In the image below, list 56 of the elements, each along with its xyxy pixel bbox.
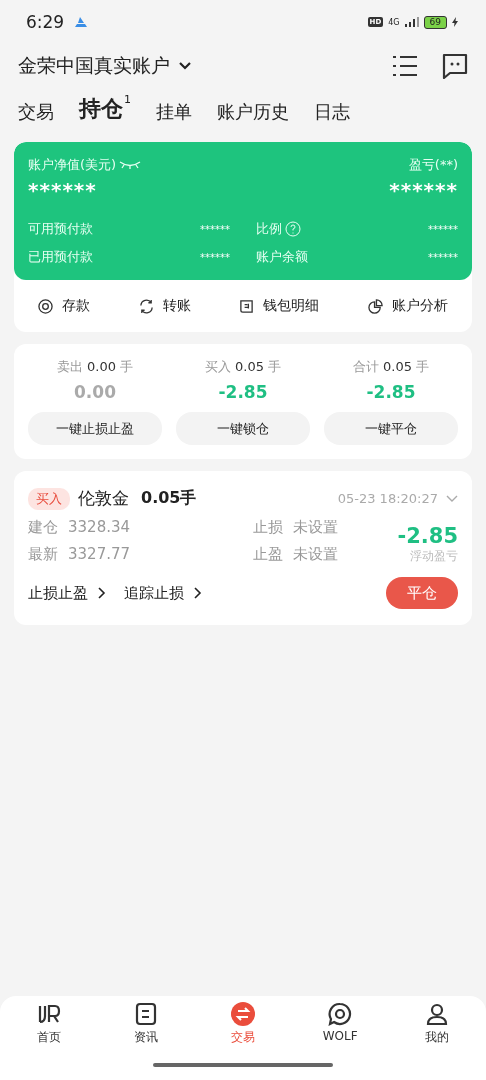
one-click-button[interactable]: 一键锁仓 [176,412,310,445]
link[interactable]: 止损止盈 [28,583,106,603]
field-value: ****** [428,251,458,263]
tab[interactable]: 挂单 [156,100,192,130]
field-value: 未设置 [292,544,338,565]
tab[interactable]: 交易 [18,100,54,130]
field-label: 比例 [256,220,282,238]
nav-item[interactable]: 我的 [402,1002,473,1046]
equity-value: ****** [28,178,97,202]
action-button[interactable]: 账户分析 [367,297,448,315]
action-button[interactable]: 钱包明细 [239,297,320,315]
profit-value: 0.00 [74,382,116,402]
field-value: ****** [200,251,230,263]
tab[interactable]: 持仓$^{1}$ [79,94,131,130]
field-label: 账户余额 [256,248,308,266]
side-lots: 合计 0.05 手 [352,358,430,376]
profit-value: -2.85 [366,382,416,402]
tab[interactable]: 账户历史 [217,100,289,130]
status-time: 6:29 [26,12,65,32]
nav-item[interactable]: 资讯 [110,1002,181,1046]
field-value: 3327.77 [68,544,131,565]
pnl-value: ****** [389,178,458,202]
side-lots: 买入 0.05 手 [204,358,282,376]
open-time: 05-23 18:20:27 [337,491,438,506]
link[interactable]: 追踪止损 [124,583,202,603]
nav-item[interactable]: 首页 [13,1002,84,1046]
close-position-button[interactable]: 平仓 [386,577,458,609]
battery-indicator: 69 [423,15,447,29]
side-tag: 买入 [28,487,70,510]
lot-size: 0.05手 [141,488,197,509]
field-label: 最新 [28,544,58,565]
symbol-name: 伦敦金 [78,487,129,510]
tab[interactable]: 日志 [314,100,350,130]
nav-item[interactable]: WOLF [305,1002,376,1046]
field-label: 止盈 [252,544,283,565]
side-lots: 卖出 0.00 手 [56,358,134,376]
one-click-button[interactable]: 一键平仓 [324,412,458,445]
field-value: ****** [200,223,230,235]
field-label: 可用预付款 [28,220,93,238]
field-value: ****** [428,223,458,235]
pnl-label: 盈亏(**) [408,156,458,174]
equity-label: 账户净值(美元) [28,156,117,174]
action-button[interactable]: 转账 [138,297,191,315]
field-label: 建仓 [28,518,58,538]
network-label: 4G [388,17,400,27]
nav-item[interactable]: 交易 [207,1002,278,1046]
field-label: 止损 [252,518,283,538]
one-click-button[interactable]: 一键止损止盈 [28,412,162,445]
account-selector[interactable]: 金荣中国真实账户 [18,53,170,79]
field-label: 已用预付款 [28,248,93,266]
field-value: 3328.34 [68,518,131,538]
profit-value: -2.85 [218,382,268,402]
field-value: 未设置 [292,518,338,538]
floating-pnl-label: 浮动盈亏 [410,548,458,565]
action-button[interactable]: 存款 [38,297,91,315]
floating-pnl-value: -2.85 [397,524,458,548]
